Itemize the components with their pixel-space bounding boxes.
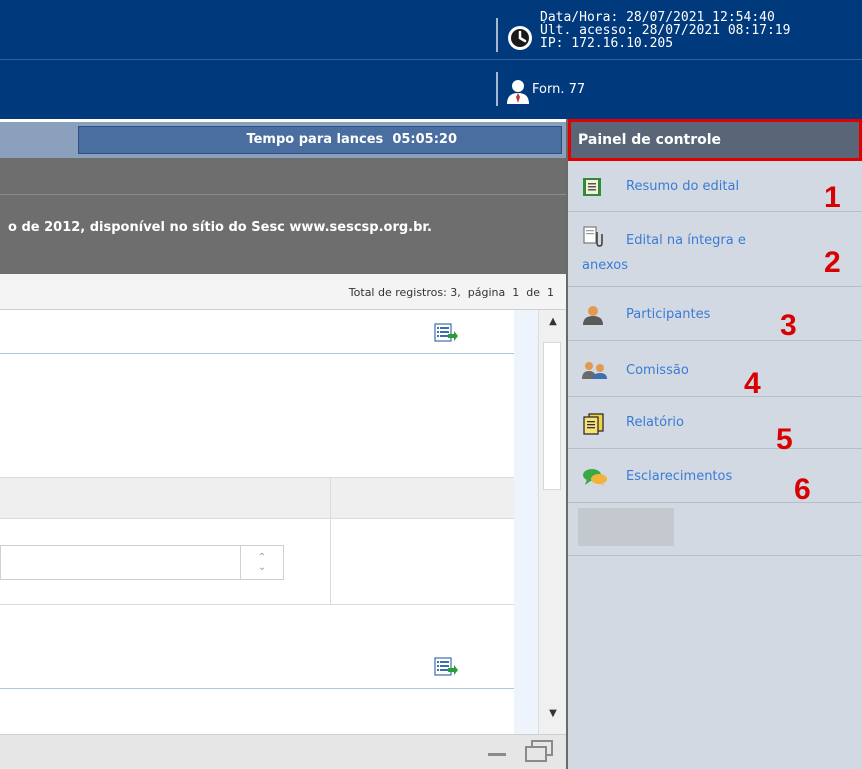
minimize-icon[interactable] [486,741,508,765]
header-divider [0,59,862,60]
menu-label-participantes[interactable]: Participantes [626,307,710,322]
person-icon [582,305,604,325]
restore-icon[interactable] [524,739,554,767]
document-attachment-icon [582,226,604,247]
export-list-icon[interactable] [434,322,458,348]
table-bottom-border [0,604,514,605]
control-panel: Painel de controle Resumo do edital 1 Ed… [566,119,862,769]
vertical-scrollbar[interactable]: ▲ ▼ [538,310,566,734]
scroll-thumb[interactable] [543,342,561,490]
chevron-up-icon[interactable]: ⌃ [258,552,266,563]
group-icon [582,361,607,381]
step-number-2: 2 [824,246,841,279]
top-header: Data/Hora: 28/07/2021 12:54:40 Últ. aces… [0,0,862,119]
header-separator [496,72,498,106]
menu-label-resumo[interactable]: Resumo do edital [626,179,739,194]
notice-divider [0,194,566,195]
highlight-box [568,119,862,161]
menu-item-participantes[interactable]: Participantes 3 [568,287,862,341]
stepper-arrows[interactable]: ⌃ ⌄ [240,546,283,579]
menu-item-resumo[interactable]: Resumo do edital 1 [568,161,862,214]
status-bar [0,734,566,769]
step-number-1: 1 [824,181,841,214]
menu-label-esclarecimentos[interactable]: Esclarecimentos [626,469,732,484]
menu-label-relatorio[interactable]: Relatório [626,415,684,430]
menu-label-edital-line1[interactable]: Edital na íntegra e [626,233,746,248]
report-icon [582,413,604,435]
ip-text: IP: 172.16.10.205 [540,36,674,51]
menu-label-comissao[interactable]: Comissão [626,363,689,378]
notice-region: o de 2012, disponível no sítio do Sesc w… [0,158,566,274]
user-icon [506,78,530,108]
user-name[interactable]: Forn. 77 [532,82,585,97]
row-divider [0,353,514,354]
step-number-3: 3 [780,309,797,342]
notice-text: o de 2012, disponível no sítio do Sesc w… [8,220,432,235]
menu-item-esclarecimentos[interactable]: Esclarecimentos 6 [568,449,862,506]
content-area: ⌃ ⌄ [0,310,514,734]
content-margin [514,310,538,734]
menu-item-relatorio[interactable]: Relatório 5 [568,397,862,455]
bid-timer: Tempo para lances 05:05:20 [78,126,562,154]
scroll-up-arrow-icon[interactable]: ▲ [539,316,567,327]
table-header [0,477,514,519]
step-number-6: 6 [794,473,811,506]
chat-icon [582,467,607,487]
step-number-4: 4 [744,367,761,400]
menu-label-edital-line2[interactable]: anexos [582,258,628,273]
menu-item-edital-integra[interactable]: Edital na íntegra e anexos 2 [568,212,862,287]
scroll-down-arrow-icon[interactable]: ▼ [539,708,567,719]
export-list-icon[interactable] [434,656,458,682]
summary-icon [582,177,604,197]
records-bar: Total de registros: 3, página 1 de 1 [0,274,566,310]
records-count: Total de registros: 3, página 1 de 1 [348,286,554,299]
bid-timer-text: Tempo para lances 05:05:20 [246,132,457,147]
table-column-divider [330,477,331,604]
row-divider [0,688,514,689]
quantity-stepper[interactable]: ⌃ ⌄ [0,545,284,580]
header-separator [496,18,498,52]
chevron-down-icon[interactable]: ⌄ [258,562,266,573]
panel-divider [568,555,862,556]
menu-item-comissao[interactable]: Comissão 4 [568,341,862,400]
clock-icon [506,24,534,56]
empty-panel-block [578,508,674,546]
